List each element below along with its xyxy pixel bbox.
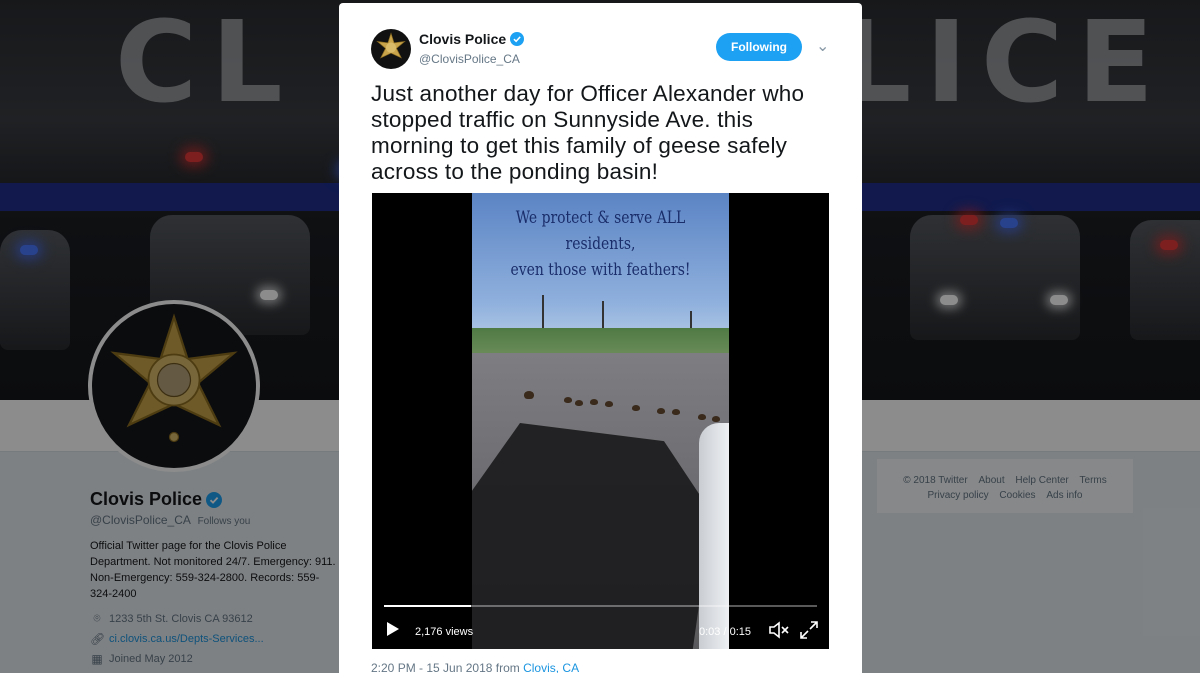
tweet-timestamp-text[interactable]: 2:20 PM - 15 Jun 2018 from xyxy=(371,661,520,673)
tweet-author-avatar[interactable] xyxy=(371,29,411,69)
fullscreen-icon[interactable] xyxy=(800,621,818,639)
tweet-author-name[interactable]: Clovis Police xyxy=(419,31,525,47)
gosling xyxy=(564,397,572,403)
gosling xyxy=(698,414,706,420)
verified-icon xyxy=(510,32,525,46)
video-time: 0:03 / 0:15 xyxy=(699,626,751,638)
tweet-author-name-text[interactable]: Clovis Police xyxy=(419,31,506,47)
goose xyxy=(524,391,534,399)
tweet-author-handle[interactable]: @ClovisPolice_CA xyxy=(419,52,520,66)
gosling xyxy=(605,401,613,407)
gosling xyxy=(575,400,583,406)
gosling xyxy=(657,408,665,414)
tweet-text: Just another day for Officer Alexander w… xyxy=(371,81,805,184)
tweet-timestamp: 2:20 PM - 15 Jun 2018 from Clovis, CA xyxy=(371,661,579,673)
following-button[interactable]: Following xyxy=(716,33,802,61)
tweet-modal: Clovis Police @ClovisPolice_CA Following… xyxy=(339,3,862,673)
play-icon[interactable] xyxy=(386,621,400,637)
video-caption-line-2: even those with feathers! xyxy=(510,260,691,280)
video-progress-fill xyxy=(384,605,471,607)
video-caption-line-1: We protect & serve ALL residents, xyxy=(515,208,686,254)
gosling xyxy=(712,416,720,422)
chevron-down-icon[interactable]: ⌄ xyxy=(816,36,829,56)
volume-muted-icon[interactable] xyxy=(768,621,790,639)
video-caption: We protect & serve ALL residents, even t… xyxy=(495,205,706,283)
gosling xyxy=(590,399,598,405)
video-frame: We protect & serve ALL residents, even t… xyxy=(472,193,729,649)
gosling xyxy=(632,405,640,411)
patrol-car-hood xyxy=(699,423,729,649)
video-view-count: 2,176 views xyxy=(415,626,474,638)
video-progress-bar[interactable] xyxy=(384,605,817,607)
gosling xyxy=(672,409,680,415)
police-star-badge-icon xyxy=(376,32,406,59)
video-player[interactable]: We protect & serve ALL residents, even t… xyxy=(372,193,829,649)
tweet-location-link[interactable]: Clovis, CA xyxy=(523,661,579,673)
